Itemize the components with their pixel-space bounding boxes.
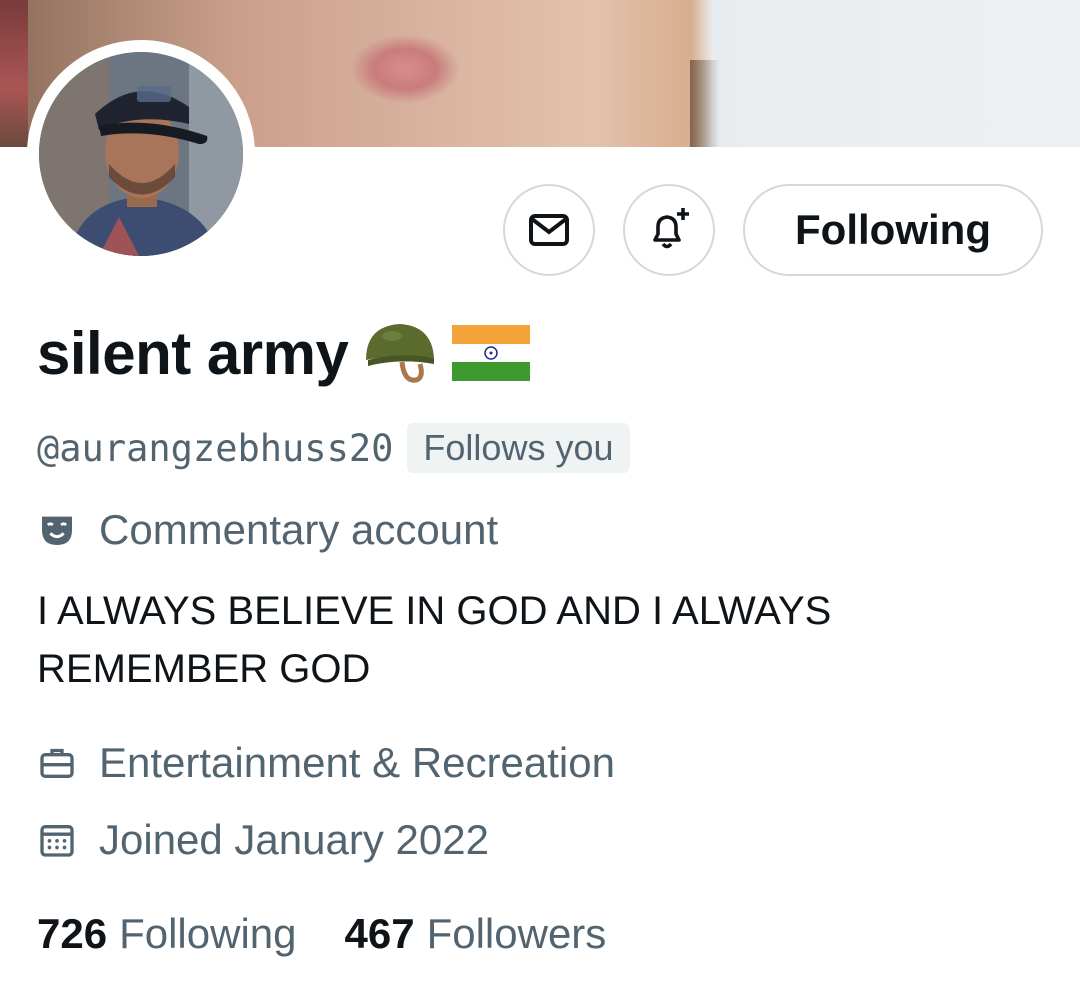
message-button[interactable] (503, 184, 595, 276)
user-handle: @aurangzebhuss20 (37, 426, 394, 470)
banner-detail (350, 34, 460, 104)
theater-mask-icon (42, 516, 72, 545)
joined-row: Joined January 2022 (37, 815, 489, 865)
india-flag-emoji (452, 325, 531, 381)
following-count: 726 (37, 910, 108, 957)
following-stat-link[interactable]: 726 Following (37, 910, 297, 958)
followers-label: Followers (426, 910, 607, 957)
display-name: silent army (37, 319, 349, 387)
following-button[interactable]: Following (743, 184, 1043, 276)
followers-stat-link[interactable]: 467 Followers (345, 910, 607, 958)
commentary-label: Commentary account (99, 506, 499, 553)
following-label: Following (119, 910, 297, 957)
profile-bio: I ALWAYS BELIEVE IN GOD AND I ALWAYS REM… (37, 589, 832, 691)
banner-detail (0, 0, 28, 147)
commentary-label-row: Commentary account (37, 505, 498, 555)
category-row: Entertainment & Recreation (37, 738, 615, 788)
military-helmet-emoji (366, 324, 435, 383)
avatar-photo (39, 52, 243, 256)
display-name-row: silent army (37, 318, 531, 388)
calendar-icon (40, 825, 74, 857)
envelope-icon (529, 214, 569, 246)
followers-count: 467 (344, 910, 415, 957)
professional-category: Entertainment & Recreation (99, 739, 615, 786)
handle-row: @aurangzebhuss20 Follows you (37, 423, 630, 473)
follows-you-badge: Follows you (407, 423, 630, 473)
avatar[interactable] (39, 52, 243, 256)
banner-detail (690, 60, 720, 147)
joined-date: Joined January 2022 (99, 816, 489, 863)
following-button-label: Following (795, 206, 991, 253)
briefcase-icon (40, 748, 74, 778)
follow-stats: 726 Following 467 Followers (37, 908, 606, 960)
notify-button[interactable] (623, 184, 715, 276)
bell-plus-icon (653, 208, 689, 249)
